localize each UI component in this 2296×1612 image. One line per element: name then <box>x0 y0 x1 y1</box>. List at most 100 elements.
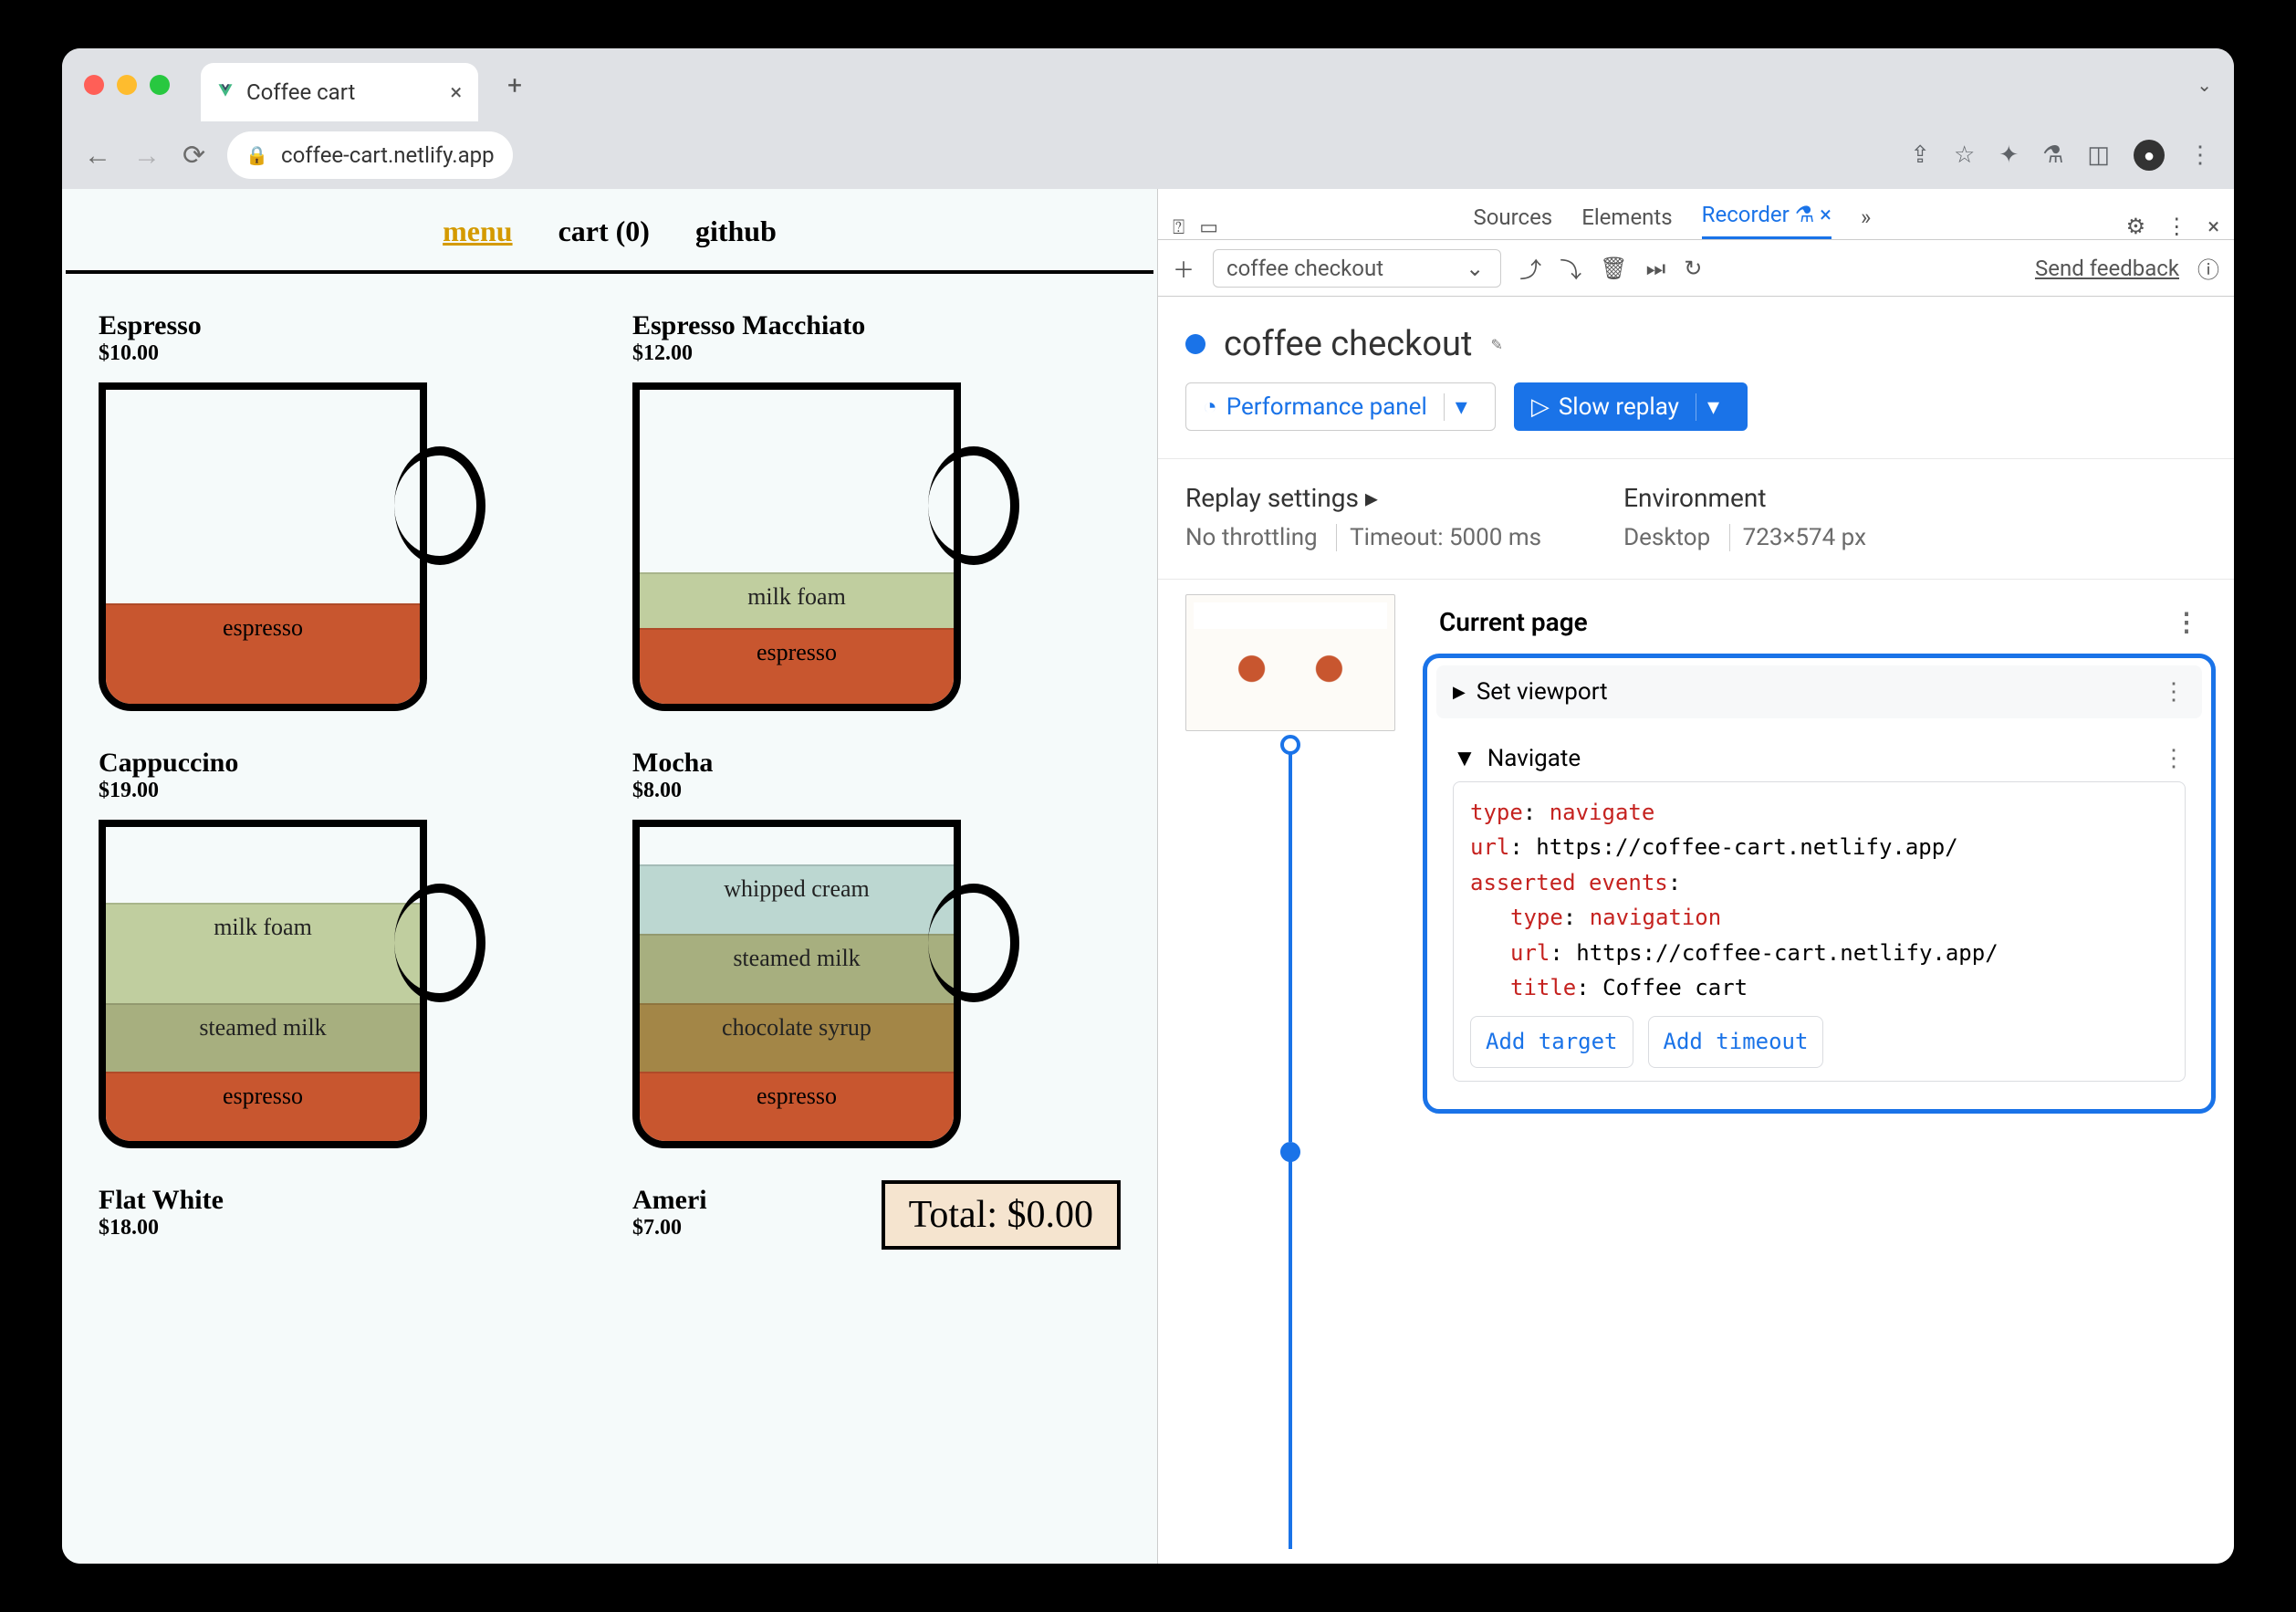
throttling-value: No throttling <box>1185 524 1318 551</box>
tab-close-icon[interactable]: × <box>450 79 462 105</box>
step-set-viewport[interactable]: ▶ Set viewport ⋮ <box>1436 665 2202 718</box>
kebab-icon[interactable]: ⋮ <box>2166 214 2187 239</box>
help-icon[interactable]: ⓘ <box>2197 252 2219 284</box>
browser-window: Coffee cart × + ⌄ ← → ⟳ 🔒 coffee-cart.ne… <box>62 48 2234 1564</box>
chrome-menu-icon[interactable]: ⋮ <box>2188 141 2212 169</box>
close-window-icon[interactable] <box>84 75 104 95</box>
kebab-icon[interactable]: ⋮ <box>2174 607 2199 637</box>
loop-icon[interactable]: ↻ <box>1684 256 1702 281</box>
timeline <box>1158 580 1423 1564</box>
product-price: $18.00 <box>99 1216 587 1240</box>
settings-icon[interactable]: ⚙ <box>2126 214 2146 239</box>
recording-header: coffee checkout ✎ <box>1158 297 2234 382</box>
extensions-icon[interactable]: ✦ <box>1999 141 2019 169</box>
titlebar: Coffee cart × + ⌄ <box>62 48 2234 121</box>
tabs-menu-icon[interactable]: ⌄ <box>2197 74 2212 96</box>
timeout-value: Timeout: 5000 ms <box>1336 524 1541 551</box>
product-name: Mocha <box>632 748 1121 779</box>
selected-step-group: ▶ Set viewport ⋮ ▼ Navigate ⋮ type: n <box>1423 654 2216 1114</box>
product-card[interactable]: Espresso Macchiato $12.00 milk foam espr… <box>632 310 1121 711</box>
chevron-down-icon[interactable]: ▾ <box>1444 393 1478 421</box>
window-controls <box>84 75 170 95</box>
close-devtools-icon[interactable]: × <box>2207 214 2219 239</box>
step-thumbnail[interactable] <box>1185 594 1395 731</box>
address-bar: ← → ⟳ 🔒 coffee-cart.netlify.app ⇪ ☆ ✦ ⚗ … <box>62 121 2234 189</box>
profile-avatar[interactable]: ● <box>2134 140 2165 171</box>
recording-select[interactable]: coffee checkout ⌄ <box>1213 249 1501 288</box>
tab-elements[interactable]: Elements <box>1581 204 1672 239</box>
minimize-window-icon[interactable] <box>117 75 137 95</box>
timeline-node <box>1280 1142 1300 1162</box>
product-card[interactable]: Cappuccino $19.00 milk foam steamed milk… <box>99 748 587 1148</box>
new-recording-icon[interactable]: ＋ <box>1173 252 1195 284</box>
close-tab-icon[interactable]: × <box>1820 202 1832 236</box>
more-tabs[interactable]: » <box>1861 204 1871 239</box>
sidepanel-icon[interactable]: ◫ <box>2087 141 2110 169</box>
edit-icon[interactable]: ✎ <box>1490 336 1502 353</box>
export-icon[interactable]: ⤴ <box>1519 252 1541 284</box>
layer-espresso: espresso <box>106 603 420 704</box>
performance-panel-button[interactable]: ◔ Performance panel ▾ <box>1185 382 1496 431</box>
delete-icon[interactable]: 🗑 <box>1600 256 1627 281</box>
import-icon[interactable]: ⤵ <box>1560 252 1581 284</box>
layer-steamed-milk: steamed milk <box>106 1003 420 1073</box>
site-nav: menu cart (0) github <box>66 193 1153 274</box>
tab-recorder[interactable]: Recorder ⚗ × <box>1702 202 1832 239</box>
layer-espresso: espresso <box>640 628 954 704</box>
kebab-icon[interactable]: ⋮ <box>2162 745 2186 772</box>
lock-icon: 🔒 <box>245 144 268 166</box>
browser-tab[interactable]: Coffee cart × <box>201 63 478 121</box>
chevron-down-icon: ▼ <box>1453 744 1477 772</box>
environment-title: Environment <box>1623 483 1866 513</box>
cup-illustration: espresso <box>99 382 500 711</box>
vue-favicon-icon <box>217 82 234 102</box>
add-timeout-button[interactable]: Add timeout <box>1648 1016 1824 1067</box>
step-icon[interactable]: ⏭ <box>1646 256 1666 281</box>
back-button[interactable]: ← <box>84 140 111 172</box>
devtools-tabs: ⍰ ▭ Sources Elements Recorder ⚗ × » ⚙ ⋮ … <box>1158 189 2234 240</box>
nav-cart[interactable]: cart (0) <box>558 215 650 248</box>
layer-steamed-milk: steamed milk <box>640 934 954 1003</box>
omnibox[interactable]: 🔒 coffee-cart.netlify.app <box>227 131 512 179</box>
chevron-down-icon: ⌄ <box>1466 256 1484 281</box>
layer-milk-foam: milk foam <box>640 572 954 629</box>
inspect-icon[interactable]: ⍰ <box>1173 216 1185 239</box>
kebab-icon[interactable]: ⋮ <box>2162 678 2186 706</box>
product-card[interactable]: Mocha $8.00 whipped cream steamed milk c… <box>632 748 1121 1148</box>
new-tab-button[interactable]: + <box>507 70 522 100</box>
page-content: menu cart (0) github Espresso $10.00 esp… <box>62 189 1157 1564</box>
devtools-panel: ⍰ ▭ Sources Elements Recorder ⚗ × » ⚙ ⋮ … <box>1157 189 2234 1564</box>
send-feedback-link[interactable]: Send feedback <box>2035 256 2179 281</box>
step-navigate[interactable]: ▼ Navigate ⋮ type: navigate url: https:/… <box>1436 735 2202 1091</box>
forward-button[interactable]: → <box>133 140 161 172</box>
step-current-page[interactable]: Current page ⋮ <box>1423 594 2216 650</box>
cup-illustration: milk foam steamed milk espresso <box>99 820 500 1148</box>
flask-icon: ⚗ <box>1795 202 1815 236</box>
bookmark-icon[interactable]: ☆ <box>1954 141 1975 169</box>
viewport-value: 723×574 px <box>1729 524 1866 551</box>
tab-sources[interactable]: Sources <box>1473 204 1552 239</box>
nav-menu[interactable]: menu <box>443 215 512 248</box>
device-toggle-icon[interactable]: ▭ <box>1199 216 1218 239</box>
chevron-down-icon[interactable]: ▾ <box>1696 393 1730 421</box>
layer-espresso: espresso <box>106 1072 420 1141</box>
nav-github[interactable]: github <box>695 215 777 248</box>
steps-area: Current page ⋮ ▶ Set viewport ⋮ ▼ Navi <box>1158 579 2234 1564</box>
reload-button[interactable]: ⟳ <box>183 140 205 172</box>
product-card[interactable]: Flat White $18.00 <box>99 1185 587 1240</box>
cart-total[interactable]: Total: $0.00 <box>882 1180 1121 1250</box>
product-name: Cappuccino <box>99 748 587 779</box>
replay-button[interactable]: ▷ Slow replay ▾ <box>1514 382 1748 431</box>
share-icon[interactable]: ⇪ <box>1910 141 1930 169</box>
product-name: Flat White <box>99 1185 587 1216</box>
product-card[interactable]: Espresso $10.00 espresso <box>99 310 587 711</box>
maximize-window-icon[interactable] <box>150 75 170 95</box>
product-price: $8.00 <box>632 779 1121 803</box>
product-price: $10.00 <box>99 341 587 366</box>
recording-dot-icon <box>1185 334 1205 354</box>
product-price: $12.00 <box>632 341 1121 366</box>
labs-icon[interactable]: ⚗ <box>2042 141 2063 169</box>
add-target-button[interactable]: Add target <box>1470 1016 1633 1067</box>
replay-settings-title[interactable]: Replay settings ▸ <box>1185 483 1541 513</box>
cup-illustration: milk foam espresso <box>632 382 1034 711</box>
